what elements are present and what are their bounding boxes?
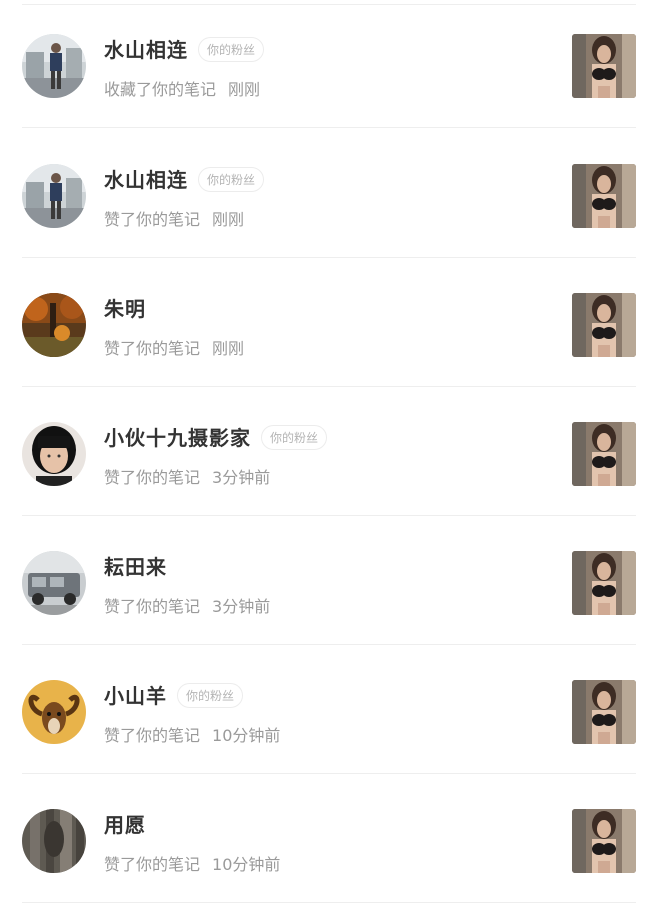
activity-text: 收藏了你的笔记 刚刚 xyxy=(104,80,261,99)
user-name[interactable]: 朱明 xyxy=(104,293,146,322)
user-name[interactable]: 小伙十九摄影家 你的粉丝 xyxy=(104,422,328,451)
timestamp: 10分钟前 xyxy=(212,726,281,745)
note-thumbnail[interactable] xyxy=(572,164,636,228)
divider xyxy=(22,902,636,903)
user-avatar[interactable] xyxy=(22,809,86,873)
notification-row[interactable]: 小伙十九摄影家 你的粉丝 赞了你的笔记 3分钟前 xyxy=(0,388,646,516)
user-avatar[interactable] xyxy=(22,164,86,228)
user-name[interactable]: 小山羊 你的粉丝 xyxy=(104,680,244,709)
note-thumbnail[interactable] xyxy=(572,422,636,486)
timestamp: 刚刚 xyxy=(212,339,245,358)
notification-row[interactable]: 朱明 赞了你的笔记 刚刚 xyxy=(0,259,646,387)
note-thumbnail[interactable] xyxy=(572,809,636,873)
timestamp: 刚刚 xyxy=(212,210,245,229)
activity-text: 赞了你的笔记 3分钟前 xyxy=(104,468,271,487)
notification-row[interactable]: 小山羊 你的粉丝 赞了你的笔记 10分钟前 xyxy=(0,646,646,774)
follower-badge: 你的粉丝 xyxy=(177,683,244,708)
timestamp: 3分钟前 xyxy=(212,468,271,487)
user-name[interactable]: 用愿 xyxy=(104,809,146,838)
user-name[interactable]: 水山相连 你的粉丝 xyxy=(104,164,265,193)
follower-badge: 你的粉丝 xyxy=(198,37,265,62)
user-avatar[interactable] xyxy=(22,34,86,98)
user-avatar[interactable] xyxy=(22,680,86,744)
divider xyxy=(22,127,636,128)
divider xyxy=(22,257,636,258)
notification-row[interactable]: 水山相连 你的粉丝 收藏了你的笔记 刚刚 xyxy=(0,0,646,128)
note-thumbnail[interactable] xyxy=(572,680,636,744)
notification-row[interactable]: 水山相连 你的粉丝 赞了你的笔记 刚刚 xyxy=(0,130,646,258)
divider xyxy=(22,644,636,645)
user-avatar[interactable] xyxy=(22,551,86,615)
divider xyxy=(22,386,636,387)
activity-text: 赞了你的笔记 10分钟前 xyxy=(104,855,281,874)
note-thumbnail[interactable] xyxy=(572,293,636,357)
note-thumbnail[interactable] xyxy=(572,34,636,98)
user-name[interactable]: 耘田来 xyxy=(104,551,167,580)
activity-text: 赞了你的笔记 10分钟前 xyxy=(104,726,281,745)
notification-list: 水山相连 你的粉丝 收藏了你的笔记 刚刚 水山相连 你的粉丝 赞了你的笔记 刚刚 朱明 … xyxy=(0,0,646,904)
user-avatar[interactable] xyxy=(22,293,86,357)
notification-row[interactable]: 用愿 赞了你的笔记 10分钟前 xyxy=(0,775,646,903)
timestamp: 刚刚 xyxy=(228,80,261,99)
user-avatar[interactable] xyxy=(22,422,86,486)
divider xyxy=(22,773,636,774)
follower-badge: 你的粉丝 xyxy=(198,167,265,192)
activity-text: 赞了你的笔记 3分钟前 xyxy=(104,597,271,616)
follower-badge: 你的粉丝 xyxy=(261,425,328,450)
timestamp: 10分钟前 xyxy=(212,855,281,874)
note-thumbnail[interactable] xyxy=(572,551,636,615)
divider xyxy=(22,515,636,516)
activity-text: 赞了你的笔记 刚刚 xyxy=(104,339,245,358)
user-name[interactable]: 水山相连 你的粉丝 xyxy=(104,34,265,63)
activity-text: 赞了你的笔记 刚刚 xyxy=(104,210,245,229)
timestamp: 3分钟前 xyxy=(212,597,271,616)
notification-row[interactable]: 耘田来 赞了你的笔记 3分钟前 xyxy=(0,517,646,645)
